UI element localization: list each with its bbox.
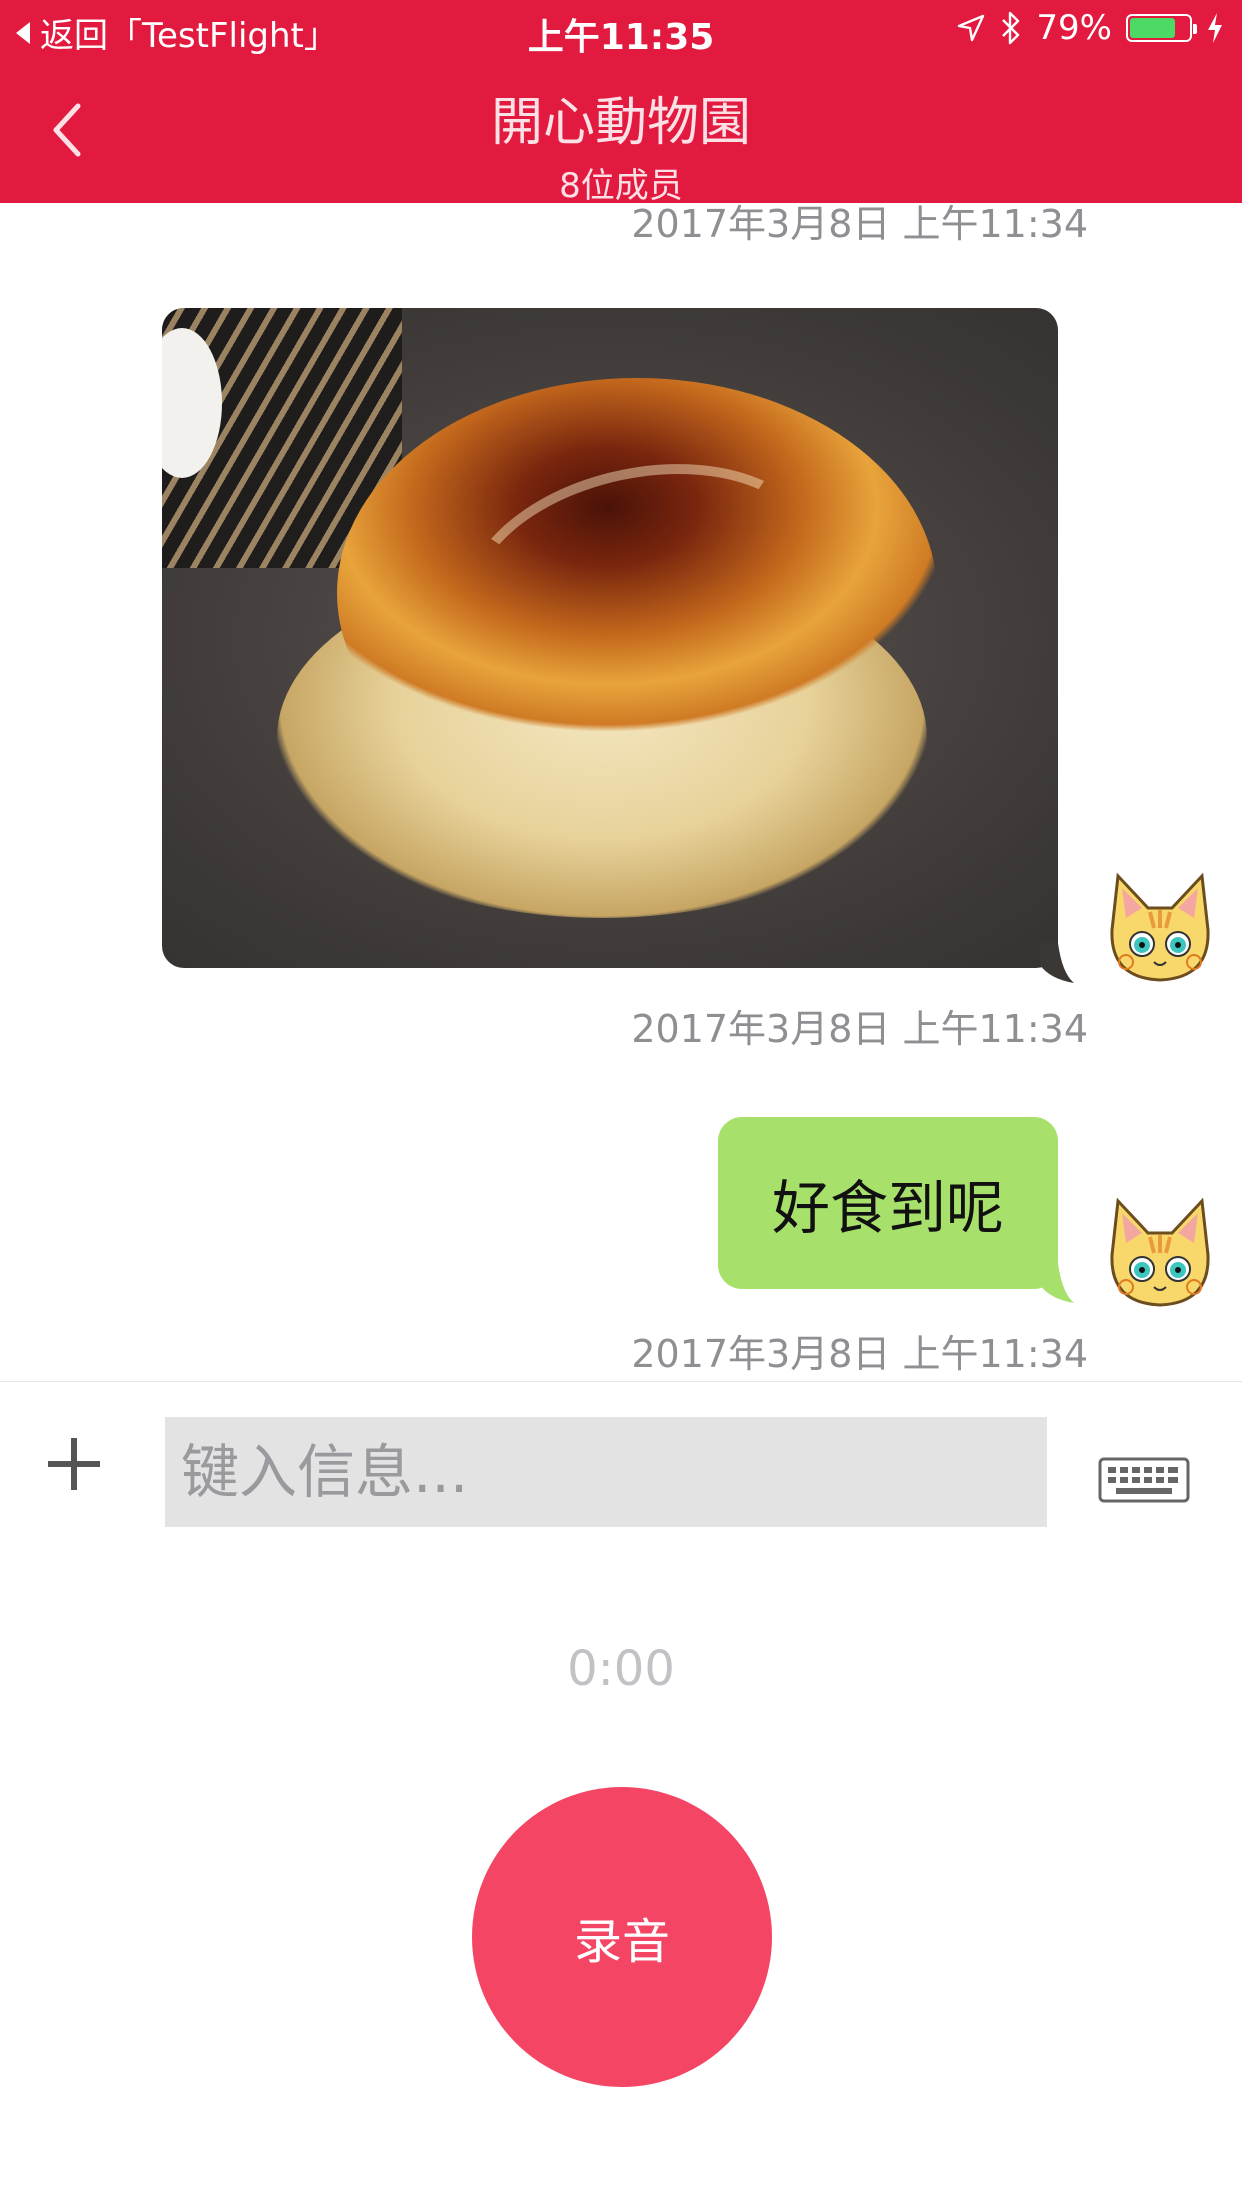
cat-avatar-icon[interactable] bbox=[1098, 1193, 1222, 1317]
record-button-label: 录音 bbox=[573, 1914, 670, 1970]
battery-percent: 79% bbox=[1036, 8, 1112, 48]
bluetooth-icon bbox=[1002, 11, 1020, 45]
status-bar: 返回「TestFlight」 上午11:35 79% bbox=[0, 0, 1242, 60]
voice-recorder-panel: 0:00 录音 bbox=[0, 1541, 1242, 2208]
charging-icon bbox=[1208, 13, 1222, 43]
app-header: 返回「TestFlight」 上午11:35 79% 開心動物園 8位成员 bbox=[0, 0, 1242, 206]
plus-icon[interactable] bbox=[44, 1434, 104, 1494]
image-bubble-tail bbox=[1040, 943, 1074, 983]
message-input-bar bbox=[0, 1381, 1242, 1542]
recording-timer: 0:00 bbox=[567, 1641, 675, 1697]
image-message-bubble[interactable] bbox=[162, 308, 1058, 968]
member-count[interactable]: 8位成员 bbox=[0, 158, 1242, 207]
message-timestamp: 2017年3月8日 上午11:34 bbox=[631, 1007, 1088, 1051]
message-timestamp: 2017年3月8日 上午11:34 bbox=[631, 1332, 1088, 1376]
battery-icon bbox=[1126, 14, 1197, 42]
keyboard-icon[interactable] bbox=[1098, 1457, 1190, 1503]
message-timestamp: 2017年3月8日 上午11:34 bbox=[631, 203, 1088, 246]
chat-message-list[interactable]: 2017年3月8日 上午11:34 2017年3月8日 上午11:34 好食到呢 bbox=[0, 203, 1242, 1381]
text-message-bubble[interactable]: 好食到呢 bbox=[718, 1117, 1058, 1289]
message-text: 好食到呢 bbox=[771, 1174, 1004, 1242]
location-icon bbox=[958, 14, 985, 42]
battery-fill bbox=[1130, 18, 1175, 38]
message-input[interactable] bbox=[165, 1417, 1047, 1527]
text-bubble-tail bbox=[1040, 1263, 1074, 1303]
status-right: 79% bbox=[956, 8, 1224, 48]
cat-avatar-icon[interactable] bbox=[1098, 868, 1222, 992]
record-button[interactable]: 录音 bbox=[472, 1787, 772, 2087]
chat-title: 開心動物園 bbox=[490, 93, 751, 153]
